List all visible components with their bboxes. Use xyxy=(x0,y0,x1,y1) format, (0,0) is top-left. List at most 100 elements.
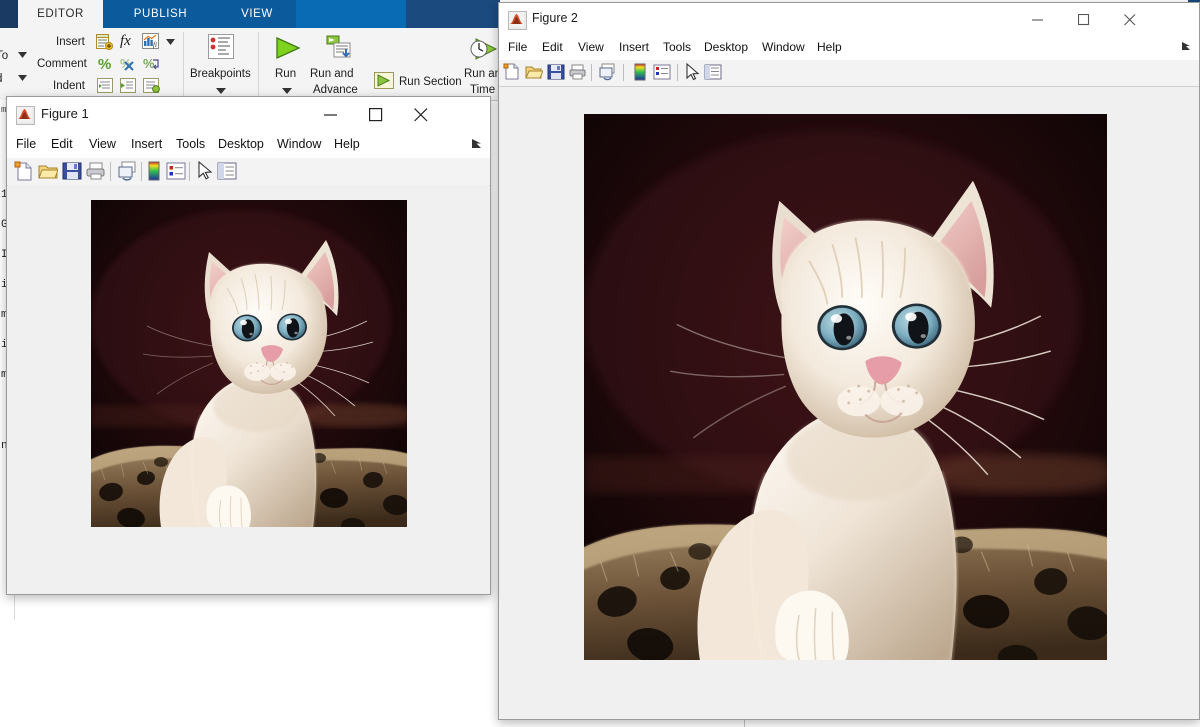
figure-2-title: Figure 2 xyxy=(532,11,578,25)
property-inspector-icon-1[interactable] xyxy=(217,161,237,181)
ribbon-tab-bar-right-cap xyxy=(406,0,500,28)
colorbar-icon-1[interactable] xyxy=(144,161,164,181)
figure-1-window[interactable]: Figure 1 File Edit View Insert Tools Des… xyxy=(6,96,491,595)
tab-view[interactable]: VIEW xyxy=(218,0,296,28)
open-file-icon[interactable] xyxy=(525,63,543,81)
dropdown-arrow-icon-2[interactable] xyxy=(18,75,27,81)
ribbon-goto-label[interactable]: To xyxy=(0,50,8,62)
figure-1-close-button[interactable] xyxy=(398,97,444,132)
figure-1-menubar[interactable]: File Edit View Insert Tools Desktop Wind… xyxy=(7,132,490,159)
link-plot-icon-1[interactable] xyxy=(118,161,138,181)
run-icon[interactable] xyxy=(274,36,302,60)
legend-icon-1[interactable] xyxy=(166,161,186,181)
ribbon-breakpoints-label[interactable]: Breakpoints xyxy=(190,68,251,80)
save-figure-icon-1[interactable] xyxy=(62,161,82,181)
figure-2-titlebar[interactable]: Figure 2 xyxy=(499,3,1199,36)
figure-2-toolbar[interactable] xyxy=(499,60,1199,87)
menu-edit-1[interactable]: Edit xyxy=(51,137,73,151)
run-section-icon[interactable] xyxy=(374,72,394,89)
svg-text:%: % xyxy=(143,56,155,71)
expand-menu-arrow-icon-1[interactable] xyxy=(471,138,482,152)
link-plot-icon[interactable] xyxy=(599,63,617,81)
figure-1-title: Figure 1 xyxy=(41,106,89,121)
print-figure-icon[interactable] xyxy=(569,63,587,81)
ribbon-left-cap xyxy=(0,0,18,28)
save-figure-icon[interactable] xyxy=(547,63,565,81)
svg-text:%: % xyxy=(98,56,111,72)
expand-menu-arrow-icon[interactable] xyxy=(1181,41,1191,54)
ribbon-run-time-label-2[interactable]: Time xyxy=(470,84,495,96)
figure-2-maximize-button[interactable] xyxy=(1061,3,1107,36)
comment-percent-icon[interactable]: % xyxy=(97,56,113,72)
menu-window[interactable]: Window xyxy=(762,40,805,54)
menu-desktop-1[interactable]: Desktop xyxy=(218,137,264,151)
ribbon-comment-label[interactable]: Comment xyxy=(37,58,87,70)
figure-1-image xyxy=(91,200,407,527)
menu-help[interactable]: Help xyxy=(817,40,842,54)
chevron-down-icon-breakpoints[interactable] xyxy=(216,88,226,94)
ribbon-tab-bar: EDITOR PUBLISH VIEW xyxy=(0,0,500,28)
figure-1-toolbar[interactable] xyxy=(7,158,490,186)
chevron-down-icon-run[interactable] xyxy=(282,88,292,94)
menu-file[interactable]: File xyxy=(508,40,527,54)
uncomment-icon[interactable]: % xyxy=(120,56,137,72)
property-inspector-icon[interactable] xyxy=(704,63,722,81)
chevron-down-icon[interactable] xyxy=(166,39,175,45)
svg-text:fi: fi xyxy=(153,41,157,49)
menu-tools-1[interactable]: Tools xyxy=(176,137,205,151)
figure-1-titlebar[interactable]: Figure 1 xyxy=(7,97,490,132)
indent-left-icon[interactable] xyxy=(143,78,160,93)
pointer-icon-1[interactable] xyxy=(196,161,213,181)
menu-view[interactable]: View xyxy=(578,40,604,54)
ribbon-run-label[interactable]: Run xyxy=(275,68,296,80)
pointer-icon[interactable] xyxy=(684,63,700,81)
new-figure-icon-1[interactable] xyxy=(14,161,34,181)
ribbon-indent-label[interactable]: Indent xyxy=(53,80,85,92)
matlab-membrane-icon xyxy=(508,11,527,30)
menu-edit[interactable]: Edit xyxy=(542,40,563,54)
figure-2-close-button[interactable] xyxy=(1107,3,1153,36)
menu-window-1[interactable]: Window xyxy=(277,137,321,151)
menu-file-1[interactable]: File xyxy=(16,137,36,151)
figure-1-canvas[interactable] xyxy=(8,185,489,593)
ribbon-toolbar: To d Insert fx xyxy=(0,28,501,114)
figure-1-minimize-button[interactable] xyxy=(308,97,354,132)
dropdown-arrow-icon[interactable] xyxy=(18,52,27,58)
ribbon-run-section-label[interactable]: Run Section xyxy=(399,76,462,88)
menu-insert-1[interactable]: Insert xyxy=(131,137,162,151)
fx-icon[interactable]: fx xyxy=(120,33,131,50)
ribbon-run-time-label-1[interactable]: Run an xyxy=(464,68,501,80)
run-advance-icon[interactable] xyxy=(326,35,354,61)
menu-help-1[interactable]: Help xyxy=(334,137,360,151)
figure-2-canvas[interactable] xyxy=(500,87,1198,718)
breakpoints-icon[interactable] xyxy=(208,34,234,59)
legend-icon[interactable] xyxy=(653,63,671,81)
colorbar-icon[interactable] xyxy=(631,63,649,81)
ribbon-run-advance-label-1[interactable]: Run and xyxy=(310,68,353,80)
menu-view-1[interactable]: View xyxy=(89,137,116,151)
new-figure-icon[interactable] xyxy=(503,63,521,81)
print-figure-icon-1[interactable] xyxy=(86,161,106,181)
menu-insert[interactable]: Insert xyxy=(619,40,649,54)
figure-2-minimize-button[interactable] xyxy=(1015,3,1061,36)
menu-tools[interactable]: Tools xyxy=(663,40,691,54)
tab-publish[interactable]: PUBLISH xyxy=(103,0,218,28)
insert-chart-icon[interactable]: fi xyxy=(142,33,159,49)
figure-2-window[interactable]: Figure 2 File Edit View Insert Tools Des… xyxy=(498,2,1200,720)
open-file-icon-1[interactable] xyxy=(38,161,58,181)
wrap-comment-icon[interactable]: % xyxy=(143,56,160,72)
ribbon-run-advance-label-2[interactable]: Advance xyxy=(313,84,358,96)
menu-desktop[interactable]: Desktop xyxy=(704,40,748,54)
ribbon-tab-bar-filler xyxy=(296,0,406,28)
indent-right-icon[interactable] xyxy=(120,78,136,93)
insert-table-icon[interactable] xyxy=(96,34,113,50)
ribbon-insert-label[interactable]: Insert xyxy=(56,36,85,48)
figure-2-image xyxy=(584,114,1107,660)
figure-2-menubar[interactable]: File Edit View Insert Tools Desktop Wind… xyxy=(499,36,1199,61)
figure-1-maximize-button[interactable] xyxy=(353,97,399,132)
matlab-membrane-icon-1 xyxy=(16,106,35,125)
run-time-icon[interactable] xyxy=(470,36,500,62)
tab-editor[interactable]: EDITOR xyxy=(18,0,103,28)
ribbon-find-label[interactable]: d xyxy=(0,73,2,85)
indent-smart-icon[interactable] xyxy=(97,78,113,93)
